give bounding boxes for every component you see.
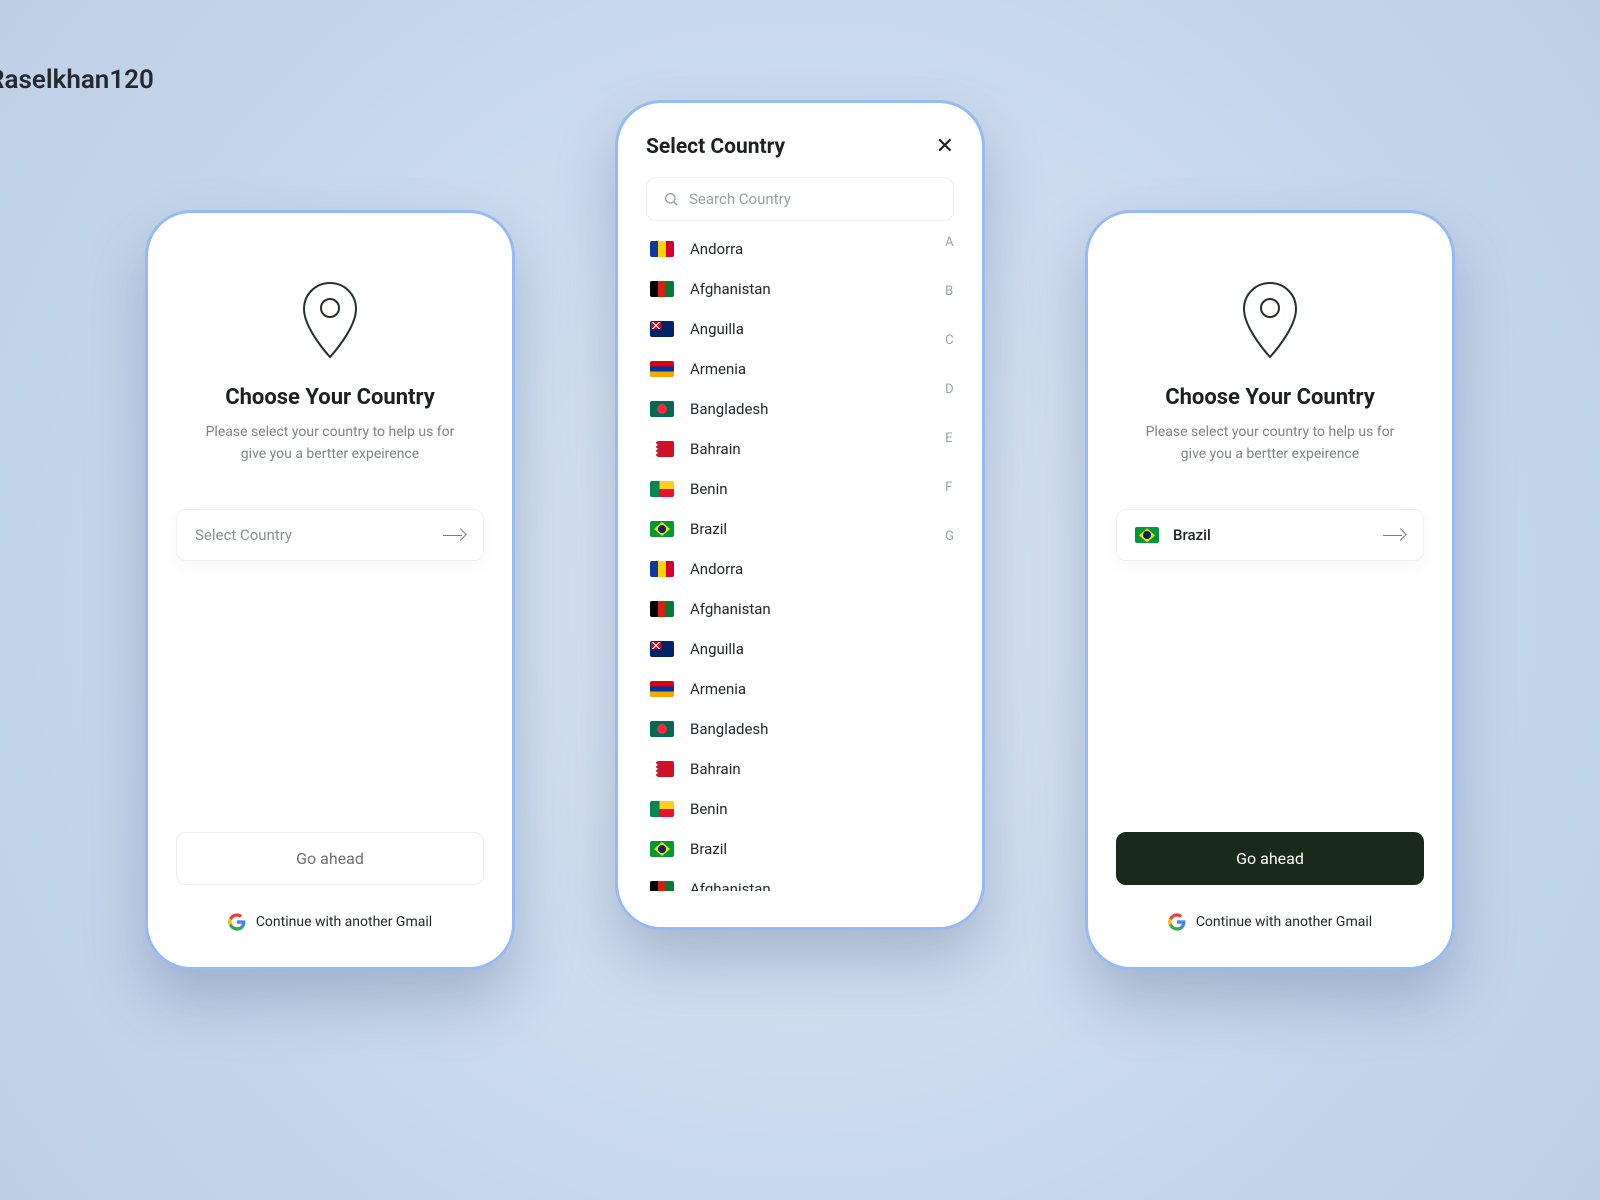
- flag-icon: [650, 721, 674, 737]
- screen-choose-country-filled: Choose Your Country Please select your c…: [1085, 210, 1455, 970]
- page-subtitle: Please select your country to help us fo…: [176, 422, 484, 465]
- country-name: Andorra: [690, 560, 743, 578]
- index-letter[interactable]: B: [945, 284, 954, 299]
- country-row[interactable]: Bahrain: [646, 749, 954, 789]
- close-icon[interactable]: ✕: [936, 136, 954, 158]
- flag-icon: [650, 561, 674, 577]
- search-input[interactable]: Search Country: [646, 177, 954, 221]
- page-title: Choose Your Country: [176, 385, 484, 410]
- index-letter[interactable]: C: [945, 333, 954, 348]
- country-row[interactable]: Andorra: [646, 549, 954, 589]
- flag-icon: [650, 481, 674, 497]
- country-row[interactable]: Anguilla: [646, 309, 954, 349]
- google-icon: [228, 913, 246, 931]
- country-row[interactable]: Benin: [646, 469, 954, 509]
- country-name: Afghanistan: [690, 600, 771, 618]
- index-letter[interactable]: A: [945, 235, 954, 250]
- country-row[interactable]: Andorra: [646, 229, 954, 269]
- select-placeholder: Select Country: [195, 526, 292, 544]
- location-pin-icon: [1116, 279, 1424, 359]
- country-name: Bahrain: [690, 760, 741, 778]
- search-icon: [663, 191, 679, 207]
- country-row[interactable]: Afghanistan: [646, 269, 954, 309]
- flag-icon: [650, 881, 674, 891]
- country-row[interactable]: Bangladesh: [646, 389, 954, 429]
- selected-country-value: Brazil: [1173, 526, 1211, 544]
- country-row[interactable]: Benin: [646, 789, 954, 829]
- screen-choose-country-empty: Choose Your Country Please select your c…: [145, 210, 515, 970]
- flag-icon: [650, 681, 674, 697]
- flag-icon: [650, 321, 674, 337]
- country-row[interactable]: Bahrain: [646, 429, 954, 469]
- country-name: Brazil: [690, 520, 727, 538]
- country-row[interactable]: Brazil: [646, 829, 954, 869]
- continue-gmail-link[interactable]: Continue with another Gmail: [1116, 913, 1424, 931]
- page-title: Choose Your Country: [1116, 385, 1424, 410]
- country-row[interactable]: Armenia: [646, 669, 954, 709]
- index-letter[interactable]: G: [945, 529, 954, 544]
- flag-icon: [650, 281, 674, 297]
- flag-icon: [650, 841, 674, 857]
- index-letter[interactable]: E: [945, 431, 954, 446]
- country-name: Bangladesh: [690, 400, 768, 418]
- country-name: Bahrain: [690, 440, 741, 458]
- country-row[interactable]: Brazil: [646, 509, 954, 549]
- continue-gmail-label: Continue with another Gmail: [256, 914, 432, 930]
- country-row[interactable]: Armenia: [646, 349, 954, 389]
- country-name: Armenia: [690, 360, 746, 378]
- search-placeholder: Search Country: [689, 190, 791, 208]
- selected-flag-icon: [1135, 527, 1159, 543]
- select-country-field[interactable]: Select Country: [176, 509, 484, 561]
- continue-gmail-label: Continue with another Gmail: [1196, 914, 1372, 930]
- index-letter[interactable]: F: [945, 480, 954, 495]
- country-row[interactable]: Bangladesh: [646, 709, 954, 749]
- country-name: Afghanistan: [690, 880, 771, 891]
- country-name: Anguilla: [690, 320, 744, 338]
- location-pin-icon: [176, 279, 484, 359]
- country-name: Benin: [690, 800, 728, 818]
- flag-icon: [650, 761, 674, 777]
- country-name: Armenia: [690, 680, 746, 698]
- country-name: Andorra: [690, 240, 743, 258]
- google-icon: [1168, 913, 1186, 931]
- alpha-index-rail[interactable]: A B C D E F G: [945, 229, 954, 891]
- screen-select-country-list: Select Country ✕ Search Country AndorraA…: [615, 100, 985, 930]
- go-ahead-button[interactable]: Go ahead: [176, 832, 484, 885]
- country-name: Bangladesh: [690, 720, 768, 738]
- arrow-right-icon: [443, 529, 465, 541]
- country-name: Anguilla: [690, 640, 744, 658]
- author-watermark: Raselkhan120: [0, 65, 154, 95]
- flag-icon: [650, 361, 674, 377]
- country-name: Afghanistan: [690, 280, 771, 298]
- flag-icon: [650, 641, 674, 657]
- modal-title: Select Country: [646, 135, 785, 159]
- continue-gmail-link[interactable]: Continue with another Gmail: [176, 913, 484, 931]
- country-name: Brazil: [690, 840, 727, 858]
- arrow-right-icon: [1383, 529, 1405, 541]
- flag-icon: [650, 521, 674, 537]
- country-row[interactable]: Afghanistan: [646, 589, 954, 629]
- index-letter[interactable]: D: [945, 382, 954, 397]
- country-list: Andorra Afghanistan Anguilla Armenia Banglad…: [646, 229, 954, 891]
- page-subtitle: Please select your country to help us fo…: [1116, 422, 1424, 465]
- flag-icon: [650, 441, 674, 457]
- select-country-field[interactable]: Brazil: [1116, 509, 1424, 561]
- country-row[interactable]: Afghanistan: [646, 869, 954, 891]
- country-row[interactable]: Anguilla: [646, 629, 954, 669]
- flag-icon: [650, 601, 674, 617]
- country-name: Benin: [690, 480, 728, 498]
- flag-icon: [650, 241, 674, 257]
- flag-icon: [650, 401, 674, 417]
- flag-icon: [650, 801, 674, 817]
- go-ahead-button[interactable]: Go ahead: [1116, 832, 1424, 885]
